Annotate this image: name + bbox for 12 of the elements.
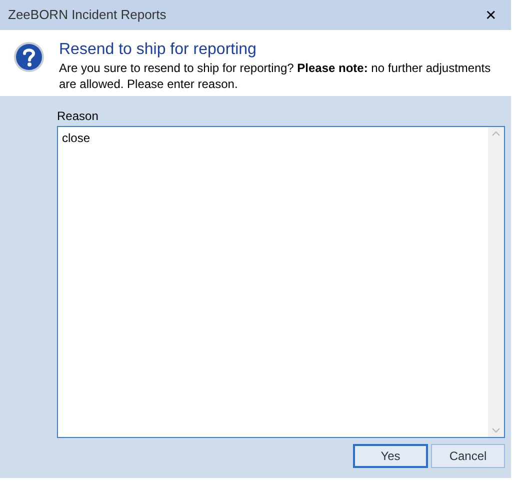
scroll-up-icon[interactable]	[492, 131, 500, 136]
question-icon	[13, 41, 45, 73]
dialog-button[interactable]: Yes	[353, 444, 428, 468]
close-button[interactable]: ✕	[479, 3, 503, 27]
scroll-down-icon[interactable]	[492, 428, 500, 433]
field-label: Reason	[57, 108, 100, 124]
dialog-heading: Resend to ship for reporting	[59, 40, 258, 60]
dialog-button[interactable]: Cancel	[431, 444, 505, 468]
window-title: ZeeBORN Incident Reports	[8, 6, 166, 24]
scrollbar[interactable]	[488, 127, 504, 437]
reason-field[interactable]: close	[57, 126, 505, 438]
dialog-message: Are you sure to resend to ship for reporting? Please note: no further adjustments are allowed. Please enter reason.	[59, 60, 492, 92]
